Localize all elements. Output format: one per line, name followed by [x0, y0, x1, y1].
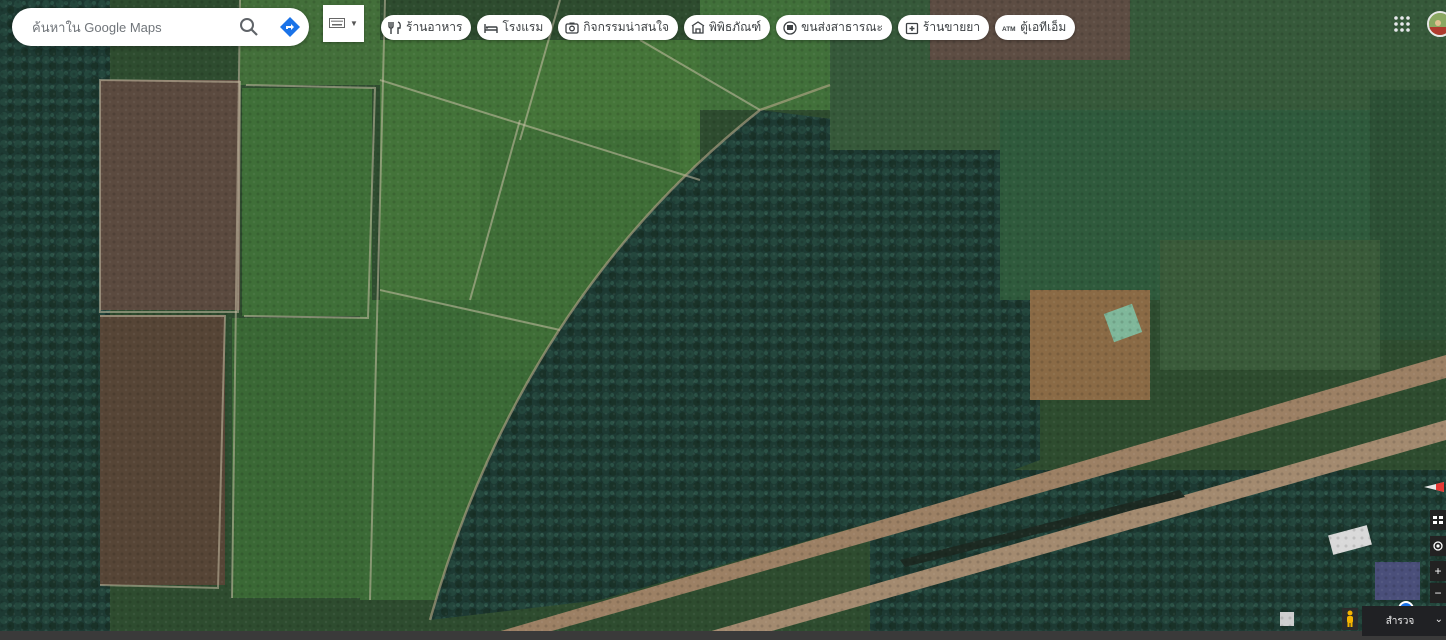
museum-icon — [691, 20, 705, 35]
chip-label: พิพิธภัณฑ์ — [709, 20, 762, 34]
chip-label: ตู้เอทีเอ็ม — [1020, 20, 1067, 34]
chip-label: กิจกรรมน่าสนใจ — [583, 20, 670, 34]
apps-grid-icon[interactable] — [1393, 15, 1411, 33]
fork-knife-icon — [388, 20, 402, 35]
bed-icon — [484, 21, 499, 35]
search-box — [12, 8, 309, 46]
satellite-map[interactable] — [0, 0, 1446, 640]
chip-hotels[interactable]: โรงแรม — [477, 15, 553, 40]
category-chips: ร้านอาหาร โรงแรม กิจกรรมน่าสนใจ พิพิธภัณ… — [381, 15, 1076, 40]
chip-things-to-do[interactable]: กิจกรรมน่าสนใจ — [558, 15, 679, 40]
chip-label: โรงแรม — [502, 20, 544, 34]
chip-museums[interactable]: พิพิธภัณฑ์ — [684, 15, 771, 40]
directions-icon[interactable] — [278, 15, 302, 39]
pegman-icon[interactable] — [1342, 608, 1358, 630]
chip-label: ร้านอาหาร — [406, 20, 463, 34]
map-imagery — [0, 0, 1446, 640]
caret-down-icon: ▼ — [350, 19, 358, 28]
bus-icon — [783, 20, 797, 35]
chip-label: ขนส่งสาธารณะ — [801, 20, 883, 34]
search-icon[interactable] — [238, 16, 260, 38]
chip-transit[interactable]: ขนส่งสาธารณะ — [776, 15, 892, 40]
my-location-icon[interactable] — [1430, 536, 1446, 556]
input-tools-button[interactable]: ▼ — [323, 5, 364, 42]
pharmacy-icon — [905, 21, 919, 35]
bottom-bar — [0, 631, 1446, 640]
chip-restaurants[interactable]: ร้านอาหาร — [381, 15, 472, 40]
camera-icon — [565, 21, 579, 35]
chip-label: ร้านขายยา — [922, 20, 981, 34]
zoom-out-icon[interactable]: − — [1430, 583, 1446, 603]
explore-label: สำรวจ — [1385, 615, 1415, 627]
layers-icon[interactable] — [1430, 510, 1446, 530]
chip-atms[interactable]: ATM ตู้เอทีเอ็ม — [995, 15, 1076, 40]
keyboard-icon — [329, 15, 345, 33]
chip-pharmacies[interactable]: ร้านขายยา — [897, 15, 990, 40]
svg-text:ATM: ATM — [1002, 26, 1016, 33]
explore-button[interactable]: สำรวจ ⌄ — [1362, 606, 1446, 636]
chevron-double-down-icon: ⌄ — [1434, 614, 1443, 625]
avatar[interactable] — [1427, 11, 1446, 37]
compass-icon[interactable] — [1422, 474, 1446, 500]
zoom-in-icon[interactable]: + — [1430, 561, 1446, 581]
atm-icon: ATM — [1002, 21, 1016, 35]
search-input[interactable] — [30, 18, 234, 36]
